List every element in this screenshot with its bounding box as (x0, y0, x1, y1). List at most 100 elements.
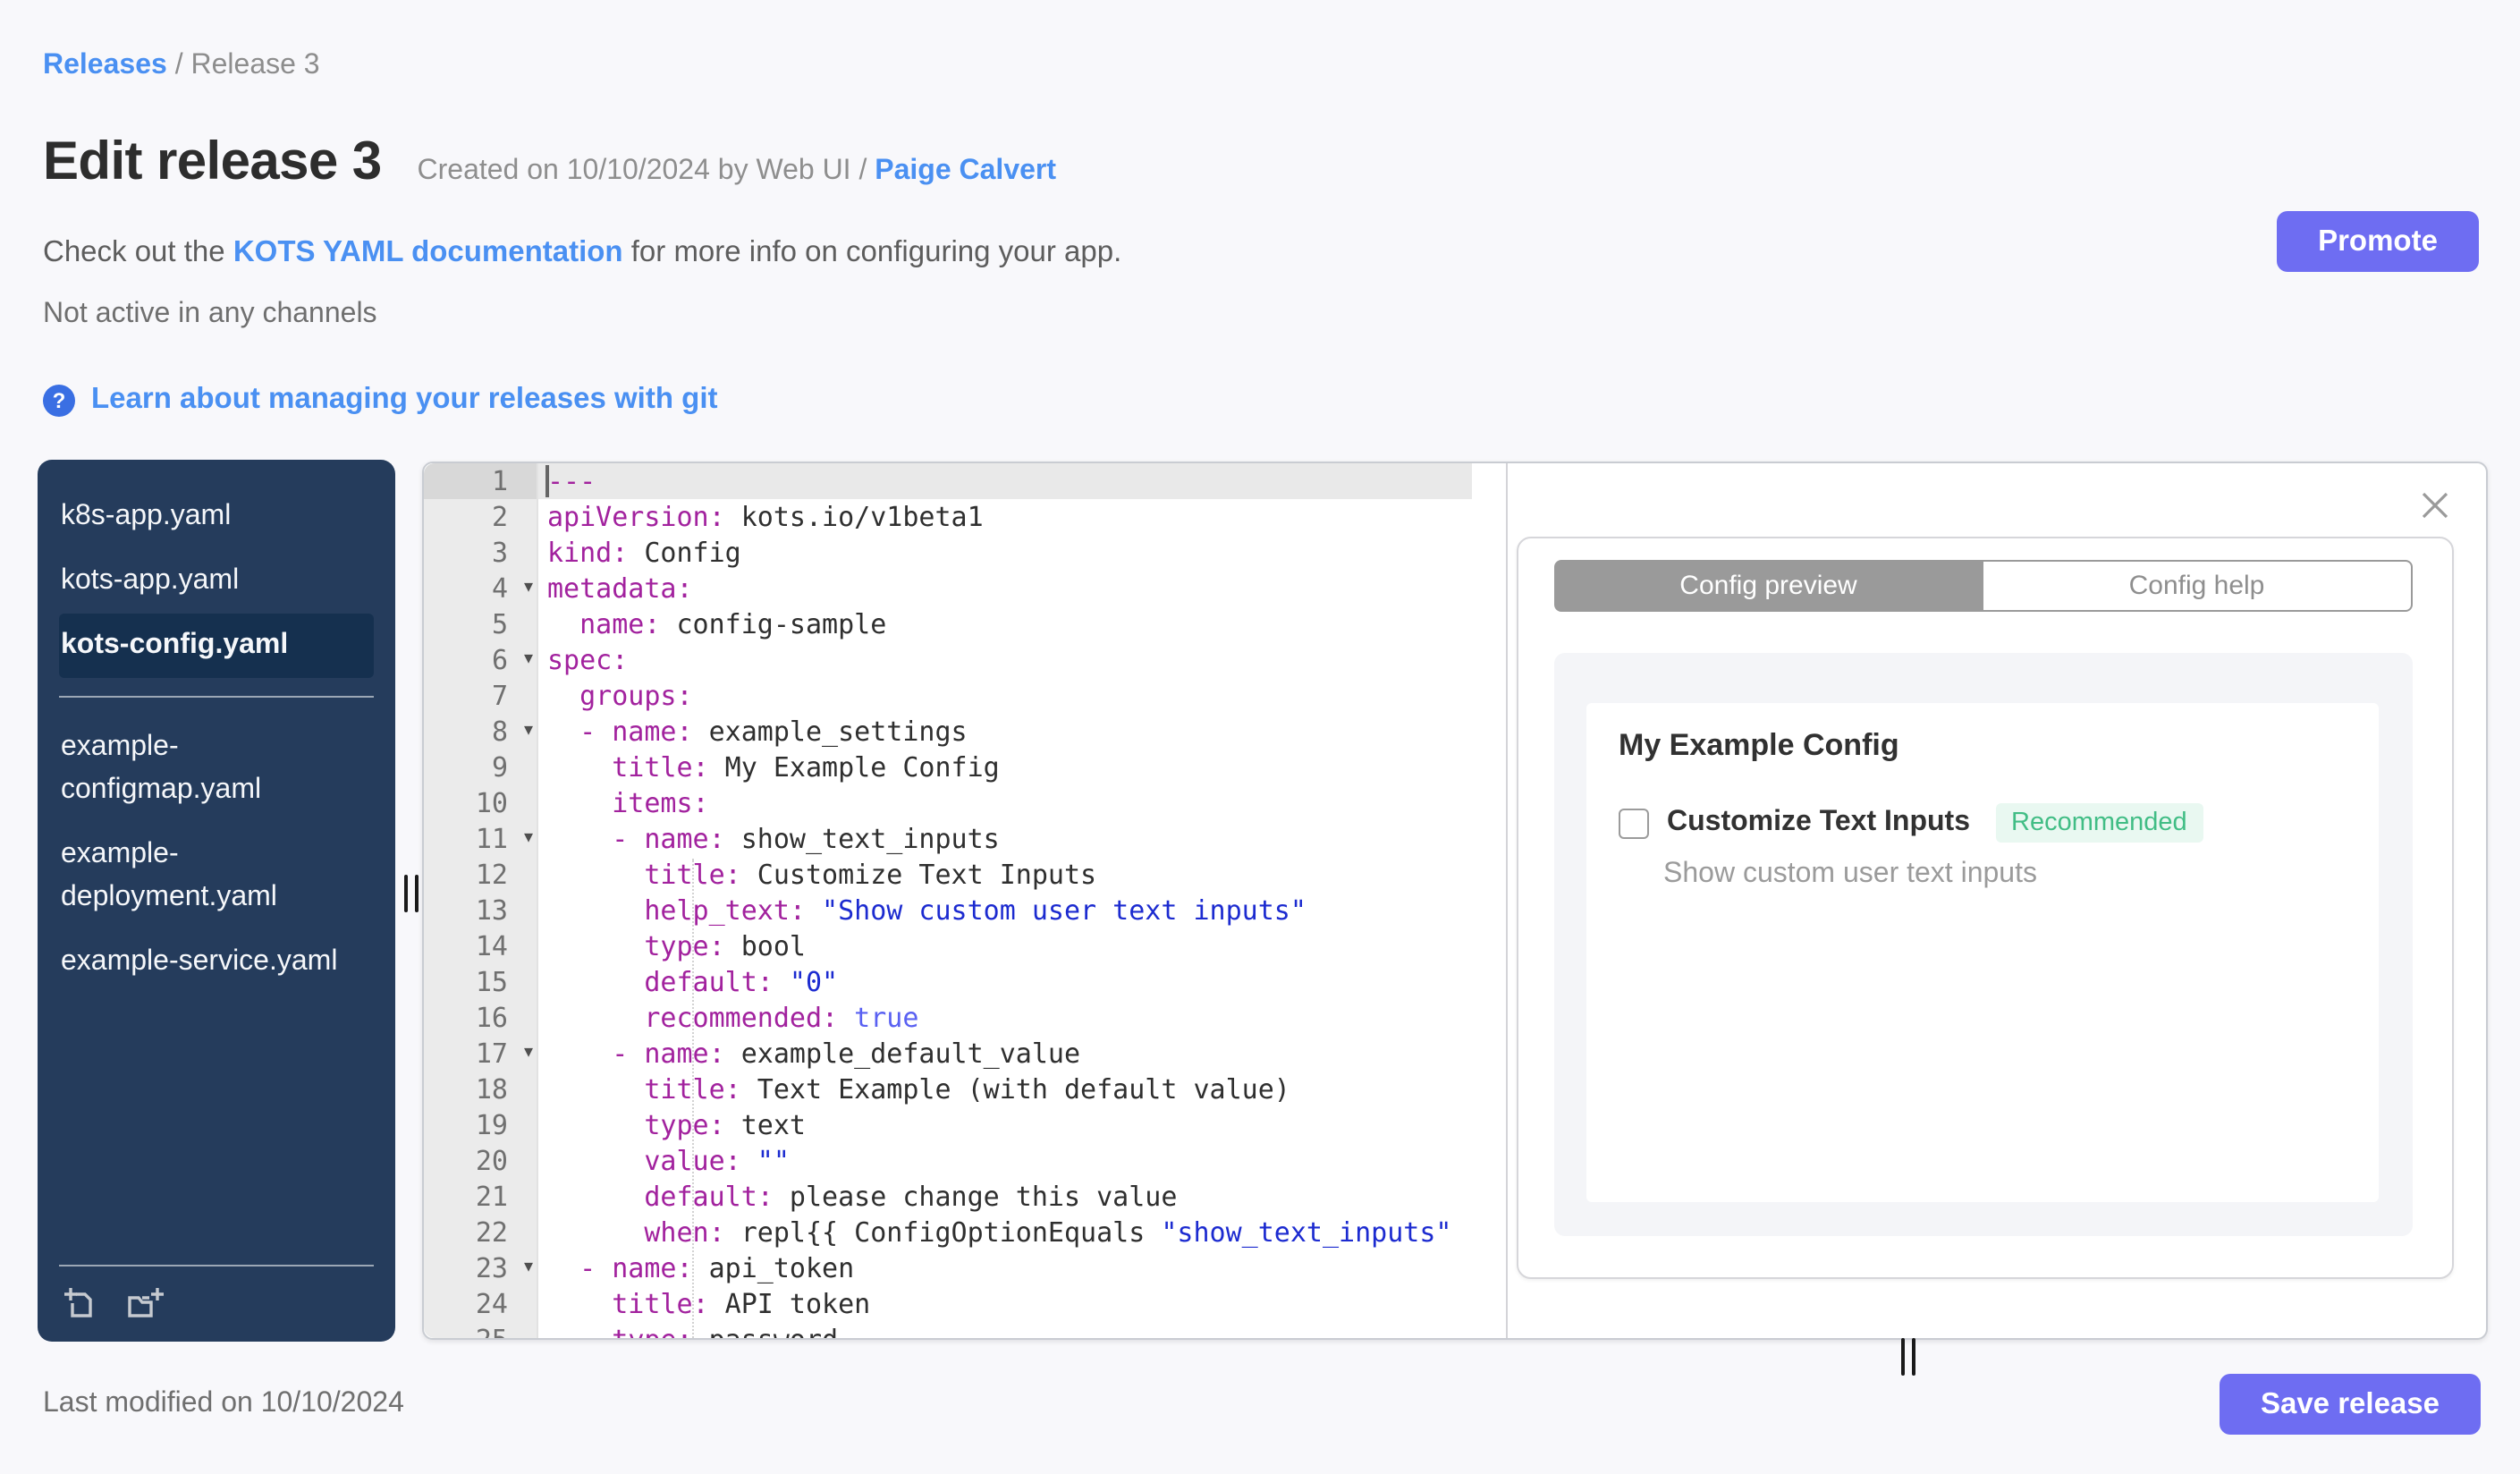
gutter-line-7: 7 (491, 680, 508, 712)
code-line-23[interactable]: - name: api_token (538, 1250, 1506, 1286)
save-release-button[interactable]: Save release (2220, 1374, 2481, 1435)
fold-arrow-icon[interactable]: ▾ (524, 642, 533, 678)
preview-tabs: Config preview Config help (1554, 560, 2413, 612)
breadcrumb-separator: / (174, 50, 183, 80)
file-sidebar: k8s-app.yaml kots-app.yaml kots-config.yam… (38, 460, 395, 1342)
code-line-20[interactable]: value: "" (538, 1143, 1506, 1179)
editor-code-area[interactable]: --- apiVersion: kots.io/v1beta1 kind: Conf… (538, 463, 1506, 1338)
file-item-kots-config-yaml[interactable]: kots-config.yaml (59, 614, 374, 678)
code-line-5[interactable]: name: config-sample (538, 606, 1506, 642)
gutter-line-4: 4 ▾ (491, 571, 533, 606)
manifest-file-list: example-configmap.yaml example-deployment… (38, 708, 395, 995)
sidebar-footer (59, 1265, 374, 1320)
gutter-line-11: 11 ▾ (475, 821, 533, 857)
gutter-line-21: 21 (475, 1181, 508, 1213)
gutter-line-6: 6 ▾ (491, 642, 533, 678)
promote-button[interactable]: Promote (2277, 211, 2479, 272)
question-circle-icon: ? (43, 384, 75, 416)
config-group-title: My Example Config (1619, 728, 1899, 762)
gutter-line-18: 18 (475, 1073, 508, 1106)
code-line-19[interactable]: type: text (538, 1107, 1506, 1143)
gutter-line-15: 15 (475, 966, 508, 998)
gutter-line-3: 3 (491, 537, 508, 569)
created-user-link[interactable]: Paige Calvert (875, 156, 1056, 186)
code-line-12[interactable]: title: Customize Text Inputs (538, 857, 1506, 893)
edit-release-page: Releases / Release 3 Edit release 3 Crea… (0, 0, 2520, 1474)
fold-arrow-icon[interactable]: ▾ (524, 714, 533, 750)
code-line-21[interactable]: default: please change this value (538, 1179, 1506, 1215)
fold-arrow-icon[interactable]: ▾ (524, 571, 533, 606)
editor-gutter: 1 2 3 4 ▾ 5 6 ▾ 7 8 ▾ 9 10 11 ▾ 12 13 14 15 16 17 ▾ 18 19 20 21 22… (424, 463, 538, 1338)
fold-arrow-icon[interactable]: ▾ (524, 1250, 533, 1286)
gutter-line-10: 10 (475, 787, 508, 819)
created-info: Created on 10/10/2024 by Web UI / Paige … (417, 156, 1057, 186)
gutter-line-9: 9 (491, 751, 508, 784)
file-item-example-service-yaml[interactable]: example-service.yaml (59, 930, 374, 995)
fold-arrow-icon[interactable]: ▾ (524, 1036, 533, 1072)
code-line-7[interactable]: groups: (538, 678, 1506, 714)
tab-config-help[interactable]: Config help (1983, 560, 2413, 612)
code-line-3[interactable]: kind: Config (538, 535, 1506, 571)
config-preview-pane: My Example Config Customize Text Inputs … (1554, 653, 2413, 1236)
file-item-k8s-app-yaml[interactable]: k8s-app.yaml (59, 485, 374, 549)
gutter-line-13: 13 (475, 894, 508, 927)
git-releases-link[interactable]: Learn about managing your releases with … (91, 383, 718, 417)
recommended-badge: Recommended (1995, 803, 2203, 843)
config-item-help-text: Show custom user text inputs (1663, 859, 2037, 889)
code-line-2[interactable]: apiVersion: kots.io/v1beta1 (538, 499, 1506, 535)
code-line-13[interactable]: help_text: "Show custom user text inputs… (538, 893, 1506, 928)
code-line-4[interactable]: metadata: (538, 571, 1506, 606)
config-item-label: Customize Text Inputs (1667, 807, 1970, 837)
doc-info-line: Check out the KOTS YAML documentation fo… (43, 236, 1122, 268)
config-preview-content: My Example Config Customize Text Inputs … (1586, 703, 2379, 1202)
gutter-line-5: 5 (491, 608, 508, 640)
yaml-editor[interactable]: 1 2 3 4 ▾ 5 6 ▾ 7 8 ▾ 9 10 11 ▾ 12 13 14 15 16 17 ▾ 18 19 20 21 22… (424, 463, 1508, 1338)
code-line-9[interactable]: title: My Example Config (538, 750, 1506, 785)
breadcrumb-current: Release 3 (190, 50, 320, 80)
customize-text-inputs-checkbox[interactable] (1619, 808, 1649, 838)
code-line-6[interactable]: spec: (538, 642, 1506, 678)
gutter-line-25: 25 (424, 1322, 537, 1338)
config-preview-card: Config preview Config help My Example Con… (1517, 537, 2454, 1279)
kots-yaml-doc-link[interactable]: KOTS YAML documentation (233, 236, 623, 268)
config-file-list: k8s-app.yaml kots-app.yaml kots-config.yam… (38, 460, 395, 678)
tab-config-preview[interactable]: Config preview (1554, 560, 1983, 612)
last-modified-text: Last modified on 10/10/2024 (43, 1388, 404, 1419)
code-line-22[interactable]: when: repl{{ ConfigOptionEquals "show_te… (538, 1215, 1506, 1250)
close-icon[interactable] (2420, 490, 2450, 521)
gutter-line-8: 8 ▾ (491, 714, 533, 750)
gutter-line-12: 12 (475, 859, 508, 891)
file-item-example-configmap-yaml[interactable]: example-configmap.yaml (59, 716, 374, 823)
code-line-18[interactable]: title: Text Example (with default value) (538, 1072, 1506, 1107)
code-line-25[interactable]: type: password (538, 1322, 1506, 1338)
code-line-10[interactable]: items: (538, 785, 1506, 821)
code-line-8[interactable]: - name: example_settings (538, 714, 1506, 750)
sidebar-resize-handle[interactable] (404, 875, 419, 912)
fold-arrow-icon[interactable]: ▾ (524, 821, 533, 857)
code-line-17[interactable]: - name: example_default_value (538, 1036, 1506, 1072)
gutter-line-16: 16 (475, 1002, 508, 1034)
text-cursor (545, 465, 549, 497)
preview-resize-handle[interactable] (1901, 1338, 1915, 1376)
file-item-example-deployment-yaml[interactable]: example-deployment.yaml (59, 823, 374, 930)
code-line-24[interactable]: title: API token (538, 1286, 1506, 1322)
code-line-16[interactable]: recommended: true (538, 1000, 1506, 1036)
code-line-14[interactable]: type: bool (538, 928, 1506, 964)
breadcrumb-releases-link[interactable]: Releases (43, 50, 167, 80)
breadcrumb: Releases / Release 3 (43, 50, 320, 82)
file-item-kots-app-yaml[interactable]: kots-app.yaml (59, 549, 374, 614)
gutter-line-14: 14 (475, 930, 508, 962)
gutter-line-1: 1 (424, 463, 537, 499)
release-editor-panel: 1 2 3 4 ▾ 5 6 ▾ 7 8 ▾ 9 10 11 ▾ 12 13 14 15 16 17 ▾ 18 19 20 21 22… (422, 462, 2488, 1376)
add-file-icon[interactable] (63, 1284, 98, 1320)
gutter-line-19: 19 (475, 1109, 508, 1141)
gutter-line-17: 17 ▾ (475, 1036, 533, 1072)
code-line-1[interactable]: --- (538, 463, 1472, 499)
page-title: Edit release 3 (43, 132, 382, 191)
channel-status: Not active in any channels (43, 299, 377, 329)
sidebar-divider (59, 696, 374, 698)
gutter-line-22: 22 (475, 1216, 508, 1249)
code-line-11[interactable]: - name: show_text_inputs (538, 821, 1506, 857)
code-line-15[interactable]: default: "0" (538, 964, 1506, 1000)
add-folder-icon[interactable] (125, 1284, 166, 1320)
